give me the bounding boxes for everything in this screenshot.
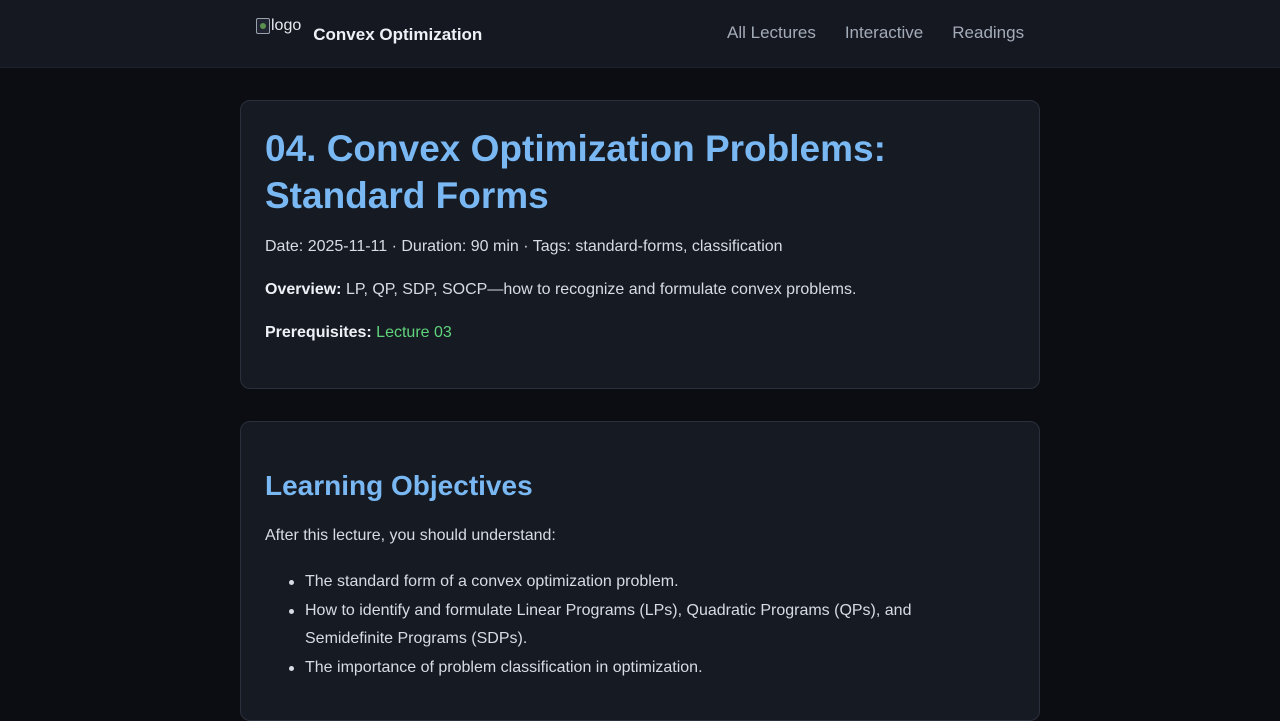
lecture-prerequisites: Prerequisites: Lecture 03 xyxy=(265,324,452,342)
nav-interactive[interactable]: Interactive xyxy=(845,23,923,43)
lecture-header-card: 04. Convex Optimization Problems: Standa… xyxy=(240,100,1040,389)
list-item: The standard form of a convex optimizati… xyxy=(289,568,985,596)
brand[interactable]: logo Convex Optimization xyxy=(256,16,482,45)
broken-image-icon xyxy=(256,18,270,34)
overview-text: LP, QP, SDP, SOCP—how to recognize and f… xyxy=(345,281,857,298)
section-title: Learning Objectives xyxy=(265,470,533,501)
objectives-intro: After this lecture, you should understan… xyxy=(265,527,556,544)
overview-label: Overview: xyxy=(265,281,342,298)
lecture-overview: Overview: LP, QP, SDP, SOCP—how to recog… xyxy=(265,281,856,299)
logo-image-broken-icon: logo xyxy=(256,16,301,36)
main-nav: All Lectures Interactive Readings xyxy=(727,23,1024,43)
top-navbar: logo Convex Optimization All Lectures In… xyxy=(0,0,1280,68)
objectives-list: The standard form of a convex optimizati… xyxy=(289,568,985,683)
lecture-meta: Date: 2025-11-11 · Duration: 90 min · Ta… xyxy=(265,238,783,255)
logo-alt-text: logo xyxy=(271,17,302,34)
prerequisites-label: Prerequisites: xyxy=(265,324,372,341)
learning-objectives-card: Learning Objectives After this lecture, … xyxy=(240,421,1040,721)
page-title: 04. Convex Optimization Problems: Standa… xyxy=(265,128,886,216)
list-item: The importance of problem classification… xyxy=(289,654,985,682)
nav-readings[interactable]: Readings xyxy=(952,23,1024,43)
list-item: How to identify and formulate Linear Pro… xyxy=(289,597,985,653)
prerequisite-link-lecture-03[interactable]: Lecture 03 xyxy=(376,324,452,341)
brand-name[interactable]: Convex Optimization xyxy=(313,25,482,45)
nav-all-lectures[interactable]: All Lectures xyxy=(727,23,816,43)
